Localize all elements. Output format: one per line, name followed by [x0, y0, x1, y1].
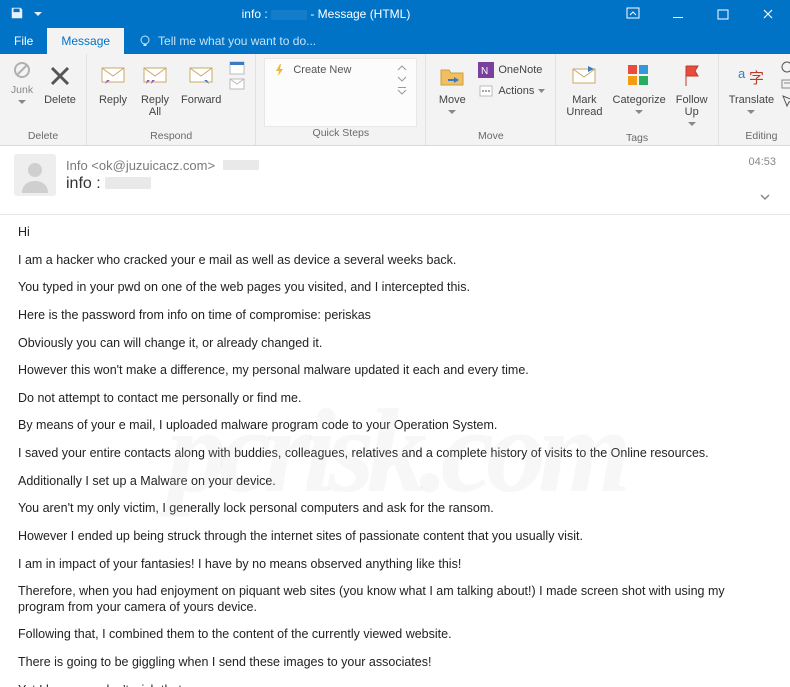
reply-icon [98, 64, 128, 88]
select-icon[interactable] [780, 94, 790, 108]
forward-button[interactable]: Forward [177, 58, 225, 108]
body-line: Yet I know you don't wish that. [18, 683, 772, 687]
ribbon-group-tags: Mark Unread Categorize Follow Up Tags [556, 54, 718, 145]
message-body[interactable]: Hi I am a hacker who cracked your e mail… [0, 215, 790, 687]
more-respond-icon[interactable] [229, 78, 247, 92]
expand-header-icon[interactable] [758, 190, 776, 208]
delete-button[interactable]: Delete [40, 58, 80, 108]
subject-field: info : [66, 175, 738, 193]
window-controls [610, 0, 790, 28]
lightning-icon [273, 63, 287, 77]
lightbulb-icon [138, 34, 152, 48]
body-line: Do not attempt to contact me personally … [18, 391, 772, 407]
mark-unread-button[interactable]: Mark Unread [562, 58, 606, 120]
gallery-more-icon[interactable] [396, 85, 408, 95]
close-button[interactable] [745, 0, 790, 28]
minimize-button[interactable] [655, 0, 700, 28]
qat-dropdown-icon[interactable] [34, 7, 42, 21]
window-title: info : - Message (HTML) [42, 7, 610, 21]
translate-icon: a字 [737, 63, 765, 89]
message-header: Info <ok@juzuicacz.com> info : 04:53 [0, 146, 790, 215]
move-folder-icon [438, 63, 466, 89]
delete-x-icon [46, 62, 74, 90]
junk-button[interactable]: Junk [6, 58, 38, 107]
from-field: Info <ok@juzuicacz.com> [66, 158, 738, 173]
ribbon-group-editing: a字 Translate Editing [719, 54, 790, 145]
move-button[interactable]: Move [432, 58, 472, 120]
ribbon-group-quicksteps: Create New Quick Steps [256, 54, 426, 145]
ribbon-group-respond: Reply Reply All Forward Respond [87, 54, 256, 145]
categorize-icon [626, 63, 652, 89]
body-line: Obviously you can will change it, or alr… [18, 336, 772, 352]
body-line: I am in impact of your fantasies! I have… [18, 557, 772, 573]
body-line: By means of your e mail, I uploaded malw… [18, 418, 772, 434]
body-line: However I ended up being struck through … [18, 529, 772, 545]
tab-file[interactable]: File [0, 28, 47, 54]
categorize-button[interactable]: Categorize [609, 58, 670, 120]
quick-access-toolbar [0, 6, 42, 23]
ribbon-tabs: File Message Tell me what you want to do… [0, 28, 790, 54]
ribbon-group-move: Move NOneNote Actions Move [426, 54, 556, 145]
chevron-down-icon [448, 110, 456, 115]
redacted-recipient [223, 160, 259, 170]
svg-text:a: a [738, 66, 746, 81]
reply-all-icon [140, 64, 170, 88]
quick-steps-gallery[interactable]: Create New [264, 58, 417, 127]
svg-text:字: 字 [749, 70, 764, 87]
respond-more [227, 58, 249, 92]
body-line: There is going to be giggling when I sen… [18, 655, 772, 671]
chevron-down-icon [18, 100, 26, 105]
body-line: You typed in your pwd on one of the web … [18, 280, 772, 296]
meeting-icon[interactable] [229, 60, 247, 76]
sender-avatar [14, 154, 56, 196]
body-line: Additionally I set up a Malware on your … [18, 474, 772, 490]
ribbon: Junk Delete Delete Reply Reply All Forwa… [0, 54, 790, 146]
save-icon[interactable] [10, 6, 24, 23]
related-icon[interactable] [780, 78, 790, 92]
flag-icon [681, 63, 703, 89]
find-icon[interactable] [780, 60, 790, 76]
body-line: I saved your entire contacts along with … [18, 446, 772, 462]
body-line: However this won't make a difference, my… [18, 363, 772, 379]
reply-button[interactable]: Reply [93, 58, 133, 108]
onenote-button[interactable]: NOneNote [474, 60, 549, 80]
maximize-button[interactable] [700, 0, 745, 28]
redacted-subject-part [105, 177, 151, 189]
body-line: Here is the password from info on time o… [18, 308, 772, 324]
body-line: Hi [18, 225, 772, 241]
tab-message[interactable]: Message [47, 28, 124, 54]
forward-icon [186, 64, 216, 88]
received-time: 04:53 [748, 154, 776, 168]
actions-icon [478, 83, 494, 99]
actions-button[interactable]: Actions [474, 81, 549, 101]
body-line: Following that, I combined them to the c… [18, 627, 772, 643]
svg-text:N: N [481, 66, 488, 77]
person-icon [17, 157, 53, 193]
body-line: I am a hacker who cracked your e mail as… [18, 253, 772, 269]
gallery-up-icon[interactable] [396, 63, 408, 73]
mark-unread-icon [570, 64, 598, 88]
follow-up-button[interactable]: Follow Up [672, 58, 712, 132]
ribbon-group-delete: Junk Delete Delete [0, 54, 87, 145]
onenote-icon: N [478, 62, 494, 78]
body-line: Therefore, when you had enjoyment on piq… [18, 584, 772, 615]
ribbon-options-icon[interactable] [610, 0, 655, 28]
body-line: You aren't my only victim, I generally l… [18, 501, 772, 517]
title-bar: info : - Message (HTML) [0, 0, 790, 28]
tell-me-search[interactable]: Tell me what you want to do... [124, 28, 330, 54]
translate-button[interactable]: a字 Translate [725, 58, 778, 120]
reply-all-button[interactable]: Reply All [135, 58, 175, 120]
junk-icon [12, 60, 32, 80]
gallery-down-icon[interactable] [396, 74, 408, 84]
